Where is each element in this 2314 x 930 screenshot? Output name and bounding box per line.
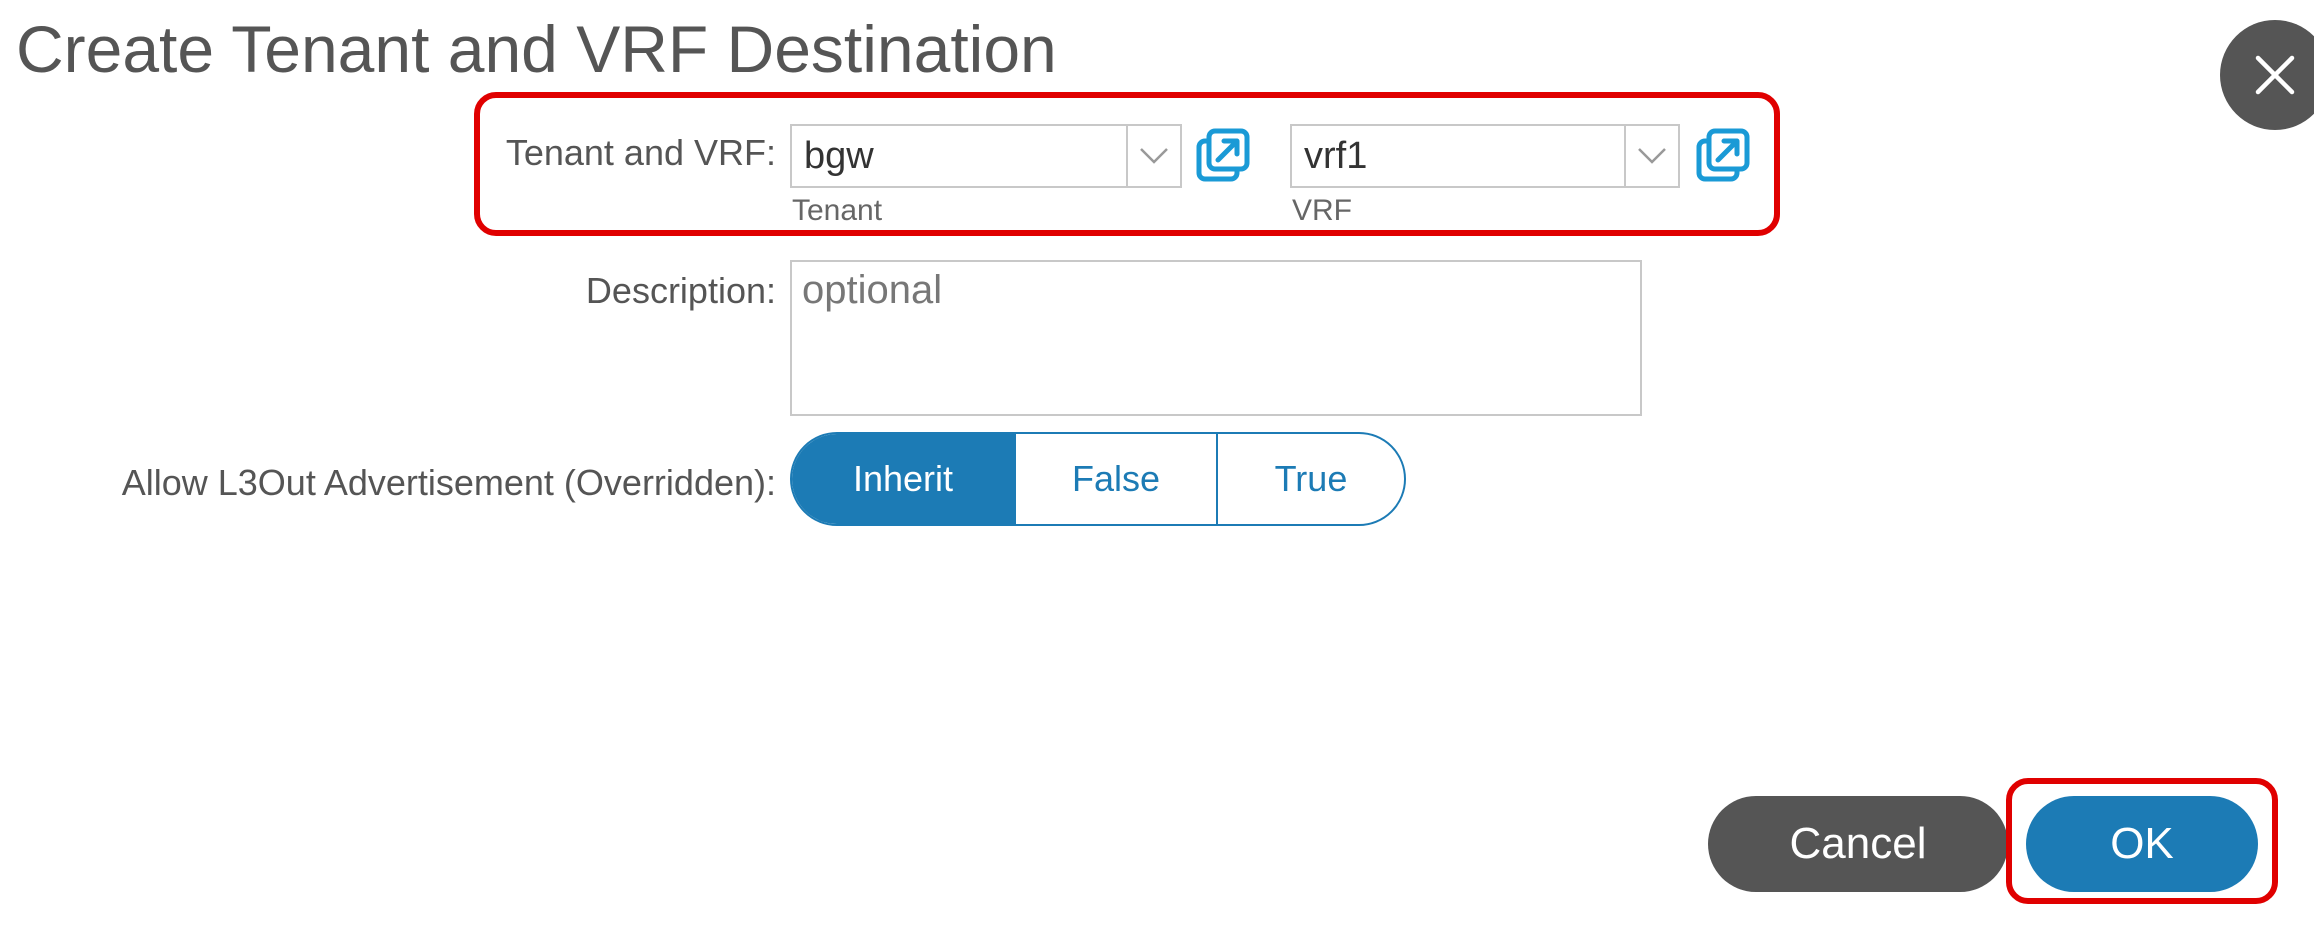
vrf-dropdown-button[interactable] bbox=[1624, 126, 1678, 186]
tenant-open-button[interactable] bbox=[1196, 128, 1250, 187]
chevron-down-icon bbox=[1140, 148, 1168, 164]
vrf-select-value: vrf1 bbox=[1304, 135, 1368, 177]
advertisement-toggle: Inherit False True bbox=[790, 432, 1406, 526]
tenant-dropdown-button[interactable] bbox=[1126, 126, 1180, 186]
vrf-open-button[interactable] bbox=[1696, 128, 1750, 187]
vrf-select[interactable]: vrf1 bbox=[1290, 124, 1680, 188]
description-input[interactable]: optional bbox=[790, 260, 1642, 416]
close-icon bbox=[2255, 55, 2295, 95]
tenant-select[interactable]: bgw bbox=[790, 124, 1182, 188]
description-placeholder: optional bbox=[802, 268, 943, 312]
external-link-icon bbox=[1196, 128, 1250, 182]
advertisement-option-inherit[interactable]: Inherit bbox=[792, 434, 1014, 524]
vrf-sublabel: VRF bbox=[1292, 194, 1352, 227]
dialog-title: Create Tenant and VRF Destination bbox=[16, 12, 1057, 86]
external-link-icon bbox=[1696, 128, 1750, 182]
tenant-vrf-label: Tenant and VRF: bbox=[505, 132, 776, 173]
tenant-sublabel: Tenant bbox=[792, 194, 883, 227]
cancel-button[interactable]: Cancel bbox=[1708, 796, 2008, 892]
advertisement-option-true[interactable]: True bbox=[1216, 434, 1404, 524]
advertisement-label: Allow L3Out Advertisement (Overridden): bbox=[121, 462, 776, 503]
ok-button[interactable]: OK bbox=[2026, 796, 2258, 892]
close-button[interactable] bbox=[2220, 20, 2314, 130]
advertisement-option-false[interactable]: False bbox=[1014, 434, 1216, 524]
chevron-down-icon bbox=[1638, 148, 1666, 164]
tenant-select-value: bgw bbox=[804, 135, 874, 177]
description-label: Description: bbox=[585, 270, 776, 311]
